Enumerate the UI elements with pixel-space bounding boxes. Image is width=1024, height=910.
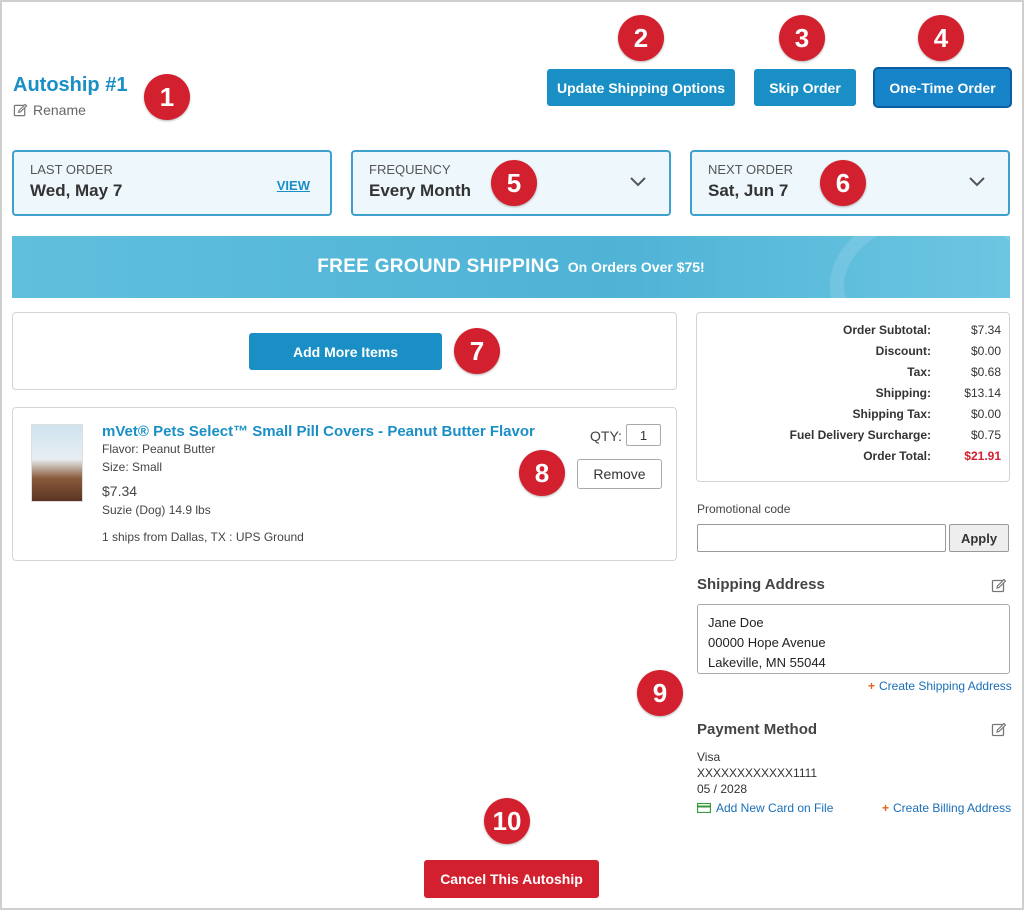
product-price: $7.34 <box>102 483 138 499</box>
add-new-card-label: Add New Card on File <box>716 801 834 815</box>
address-line: Jane Doe <box>708 615 764 630</box>
update-shipping-options-button[interactable]: Update Shipping Options <box>547 69 735 106</box>
product-flavor: Flavor: Peanut Butter <box>102 442 216 456</box>
summary-label: Discount: <box>875 344 931 358</box>
shipping-address-title: Shipping Address <box>697 576 825 593</box>
promo-code-input[interactable] <box>697 524 946 552</box>
card-type: Visa <box>697 750 721 764</box>
rename-link[interactable]: Rename <box>13 102 86 118</box>
product-name-link[interactable]: mVet® Pets Select™ Small Pill Covers - P… <box>102 423 535 440</box>
banner-headline: FREE GROUND SHIPPING <box>317 256 560 277</box>
summary-value: $0.68 <box>970 365 1001 379</box>
pencil-icon <box>13 103 28 116</box>
marker-2: 2 <box>618 15 664 61</box>
marker-9: 9 <box>637 670 683 716</box>
summary-label: Shipping: <box>875 386 931 400</box>
rename-label: Rename <box>33 102 86 118</box>
add-new-card-link[interactable]: Add New Card on File <box>697 801 833 815</box>
chevron-down-icon <box>969 177 985 187</box>
create-billing-address-link[interactable]: + Create Billing Address <box>882 801 1011 815</box>
shipping-address-box: Jane Doe 00000 Hope Avenue Lakeville, MN… <box>697 604 1010 674</box>
product-pet: Suzie (Dog) 14.9 lbs <box>102 503 211 517</box>
marker-1: 1 <box>144 74 190 120</box>
credit-card-icon <box>697 803 711 813</box>
summary-value: $0.00 <box>970 407 1001 421</box>
page-title: Autoship #1 <box>13 74 128 96</box>
create-billing-address-label: Create Billing Address <box>893 801 1012 815</box>
plus-icon: + <box>882 801 890 815</box>
plus-icon: + <box>868 679 876 693</box>
product-shipping-info: 1 ships from Dallas, TX : UPS Ground <box>102 530 304 544</box>
promo-code-label: Promotional code <box>697 502 791 516</box>
qty-input[interactable]: 1 <box>626 424 661 446</box>
chevron-down-icon <box>630 177 646 187</box>
one-time-order-button[interactable]: One-Time Order <box>875 69 1010 106</box>
address-line: 00000 Hope Avenue <box>708 635 826 650</box>
banner-decoration <box>830 236 1010 298</box>
summary-label: Shipping Tax: <box>852 407 931 421</box>
remove-button[interactable]: Remove <box>577 459 662 489</box>
payment-method-title: Payment Method <box>697 721 818 738</box>
qty-label: QTY: <box>590 428 622 444</box>
summary-value: $21.91 <box>964 449 1001 463</box>
marker-4: 4 <box>918 15 964 61</box>
marker-7: 7 <box>454 328 500 374</box>
last-order-label: LAST ORDER <box>30 162 113 177</box>
marker-3: 3 <box>779 15 825 61</box>
marker-10: 10 <box>484 798 530 844</box>
free-shipping-banner: FREE GROUND SHIPPING On Orders Over $75! <box>12 236 1010 298</box>
summary-label: Fuel Delivery Surcharge: <box>789 428 931 442</box>
last-order-value: Wed, May 7 <box>30 181 123 200</box>
summary-label: Order Total: <box>863 449 931 463</box>
card-number: XXXXXXXXXXXX1111 <box>697 766 818 780</box>
marker-6: 6 <box>820 160 866 206</box>
cancel-autoship-button[interactable]: Cancel This Autoship <box>424 860 599 898</box>
summary-value: $7.34 <box>970 323 1001 337</box>
address-line: Lakeville, MN 55044 <box>708 655 826 670</box>
edit-shipping-address-icon[interactable] <box>991 578 1007 594</box>
summary-value: $13.14 <box>964 386 1001 400</box>
summary-label: Tax: <box>907 365 931 379</box>
card-expiry: 05 / 2028 <box>697 782 748 796</box>
edit-payment-method-icon[interactable] <box>991 722 1007 738</box>
product-size: Size: Small <box>102 460 163 474</box>
view-last-order-link[interactable]: VIEW <box>277 178 310 193</box>
last-order-card: LAST ORDER Wed, May 7 VIEW <box>12 150 332 216</box>
apply-promo-button[interactable]: Apply <box>949 524 1009 552</box>
summary-value: $0.00 <box>970 344 1001 358</box>
banner-subline: On Orders Over $75! <box>567 259 705 275</box>
marker-5: 5 <box>491 160 537 206</box>
product-image[interactable] <box>31 424 83 502</box>
add-more-items-button[interactable]: Add More Items <box>249 333 442 370</box>
skip-order-button[interactable]: Skip Order <box>754 69 856 106</box>
marker-8: 8 <box>519 450 565 496</box>
summary-value: $0.75 <box>970 428 1001 442</box>
summary-label: Order Subtotal: <box>842 323 931 337</box>
create-shipping-address-link[interactable]: + Create Shipping Address <box>868 679 1012 693</box>
create-shipping-address-label: Create Shipping Address <box>879 679 1012 693</box>
